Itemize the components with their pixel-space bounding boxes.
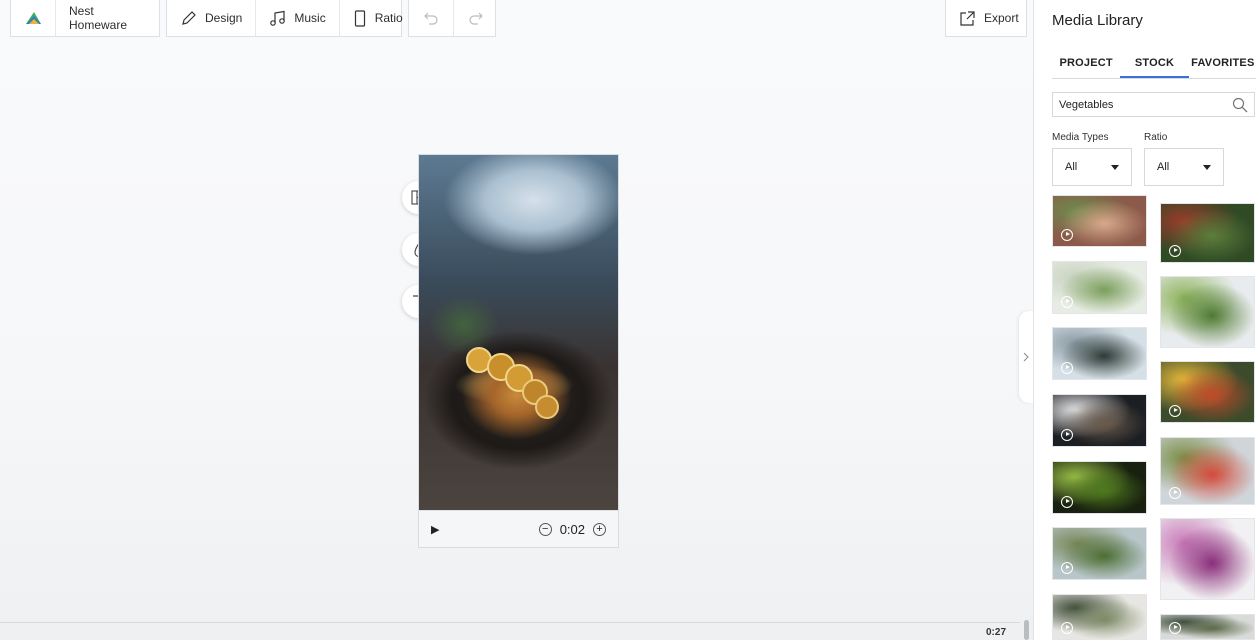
play-circle-icon	[1169, 487, 1181, 499]
search-icon[interactable]	[1232, 97, 1248, 113]
export-toolbar: Export	[945, 0, 1027, 37]
media-thumbnail[interactable]	[1160, 437, 1255, 505]
play-circle-icon	[1169, 245, 1181, 257]
media-types-select[interactable]: All	[1052, 148, 1132, 186]
project-name: Nest Homeware	[69, 4, 128, 32]
media-library-tabs: PROJECT STOCK FAVORITES	[1052, 48, 1256, 79]
media-search	[1052, 92, 1255, 117]
ratio-label: Ratio	[374, 11, 403, 25]
ratio-select[interactable]: All	[1144, 148, 1224, 186]
undo-icon	[424, 12, 438, 25]
media-types-value: All	[1065, 161, 1078, 173]
media-library-title: Media Library	[1052, 12, 1143, 29]
timeline-total-time: 0:27	[986, 627, 1007, 638]
panel-collapse-handle[interactable]	[1019, 311, 1033, 403]
play-circle-icon	[1061, 622, 1073, 634]
play-circle-icon	[1061, 429, 1073, 441]
media-thumbnail[interactable]	[1052, 594, 1147, 640]
play-circle-icon	[1061, 229, 1073, 241]
design-label: Design	[205, 11, 243, 25]
tab-stock[interactable]: STOCK	[1120, 48, 1189, 78]
music-note-icon	[270, 10, 286, 26]
redo-icon	[469, 12, 483, 25]
media-thumbnail[interactable]	[1160, 518, 1255, 600]
caret-down-icon	[1203, 164, 1211, 170]
timeline-scrollbar[interactable]	[1024, 620, 1029, 640]
play-circle-icon	[1061, 496, 1073, 508]
media-thumbnail[interactable]	[1160, 361, 1255, 423]
timeline-divider	[0, 622, 1020, 623]
play-circle-icon	[1061, 296, 1073, 308]
media-thumbnail[interactable]	[1160, 203, 1255, 263]
design-button[interactable]: Design	[167, 0, 257, 36]
media-thumbnail[interactable]	[1160, 614, 1255, 640]
logo-icon	[26, 12, 41, 24]
play-circle-icon	[1169, 622, 1181, 634]
caret-down-icon	[1111, 164, 1119, 170]
media-types-label: Media Types	[1052, 132, 1109, 143]
undo-button[interactable]	[409, 0, 454, 36]
ratio-filter-value: All	[1157, 161, 1170, 173]
tab-favorites[interactable]: FAVORITES	[1189, 48, 1256, 78]
clip-duration: 0:02	[559, 521, 585, 537]
music-label: Music	[294, 11, 326, 25]
pencil-icon	[182, 10, 196, 25]
lemon-slices-illustration	[466, 347, 559, 419]
history-toolbar	[408, 0, 496, 37]
ratio-button[interactable]: Ratio	[340, 0, 416, 36]
search-input[interactable]	[1059, 98, 1219, 111]
ratio-filter-label: Ratio	[1144, 132, 1168, 143]
video-preview[interactable]: ▶ − 0:02 +	[418, 154, 619, 548]
preview-frame-image	[419, 155, 618, 510]
media-thumbnail[interactable]	[1052, 527, 1147, 580]
export-button[interactable]: Export	[946, 0, 1032, 36]
chevron-right-icon	[1023, 352, 1029, 362]
music-button[interactable]: Music	[256, 0, 340, 36]
redo-button[interactable]	[454, 0, 498, 36]
play-icon[interactable]: ▶	[431, 523, 439, 536]
plus-circle-icon[interactable]: +	[593, 522, 606, 536]
media-thumbnail[interactable]	[1160, 276, 1255, 348]
preview-controls: ▶ − 0:02 +	[419, 510, 618, 547]
media-thumbnail[interactable]	[1052, 327, 1147, 380]
app-logo[interactable]	[11, 0, 56, 36]
minus-circle-icon[interactable]: −	[538, 522, 552, 536]
media-thumbnail[interactable]	[1052, 261, 1147, 314]
play-circle-icon	[1061, 562, 1073, 574]
export-icon	[960, 10, 975, 26]
play-circle-icon	[1169, 405, 1181, 417]
play-circle-icon	[1061, 362, 1073, 374]
duration-control: − 0:02 +	[538, 521, 606, 537]
media-thumbnail[interactable]	[1052, 195, 1147, 247]
media-thumbnail[interactable]	[1052, 394, 1147, 447]
tab-project[interactable]: PROJECT	[1052, 48, 1120, 78]
media-library-panel: Media Library PROJECT STOCK FAVORITES Me…	[1033, 0, 1256, 640]
edit-toolbar: Design Music Ratio	[166, 0, 403, 37]
phone-ratio-icon	[354, 9, 365, 27]
project-toolbar: Nest Homeware	[10, 0, 160, 37]
export-label: Export	[984, 11, 1019, 25]
project-name-button[interactable]: Nest Homeware	[56, 0, 159, 36]
media-thumbnail[interactable]	[1052, 461, 1147, 514]
